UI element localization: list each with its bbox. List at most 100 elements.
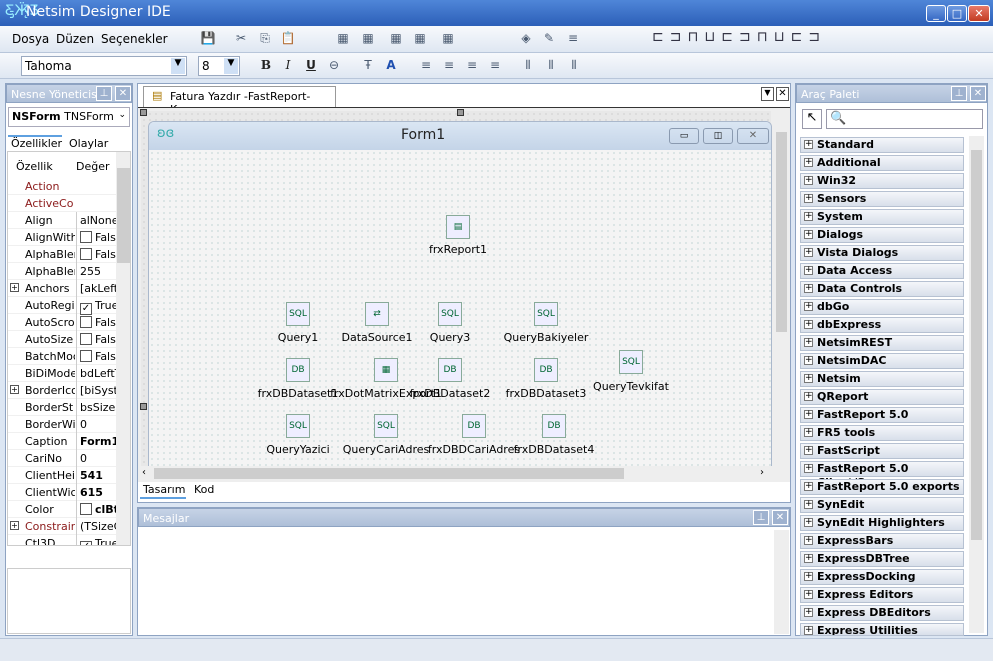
property-row[interactable]: Ctl3D ✓True: [8, 535, 116, 545]
grid-align-icon[interactable]: ▦: [388, 31, 404, 47]
checkbox[interactable]: [80, 333, 92, 345]
expand-icon[interactable]: +: [10, 521, 19, 530]
close-icon[interactable]: ✕: [772, 510, 788, 525]
palette-category[interactable]: + QReport: [800, 389, 964, 405]
font-icon[interactable]: Ŧ: [360, 58, 376, 74]
query-component-icon[interactable]: SQL: [286, 302, 310, 326]
palette-category[interactable]: + Express Utilities: [800, 623, 964, 636]
property-row[interactable]: BatchMoc False: [8, 348, 116, 365]
palette-category[interactable]: + NetsimREST: [800, 335, 964, 351]
property-row[interactable]: Align alNone: [8, 212, 116, 229]
property-row[interactable]: AlphaBler 255: [8, 263, 116, 280]
fill-color-icon[interactable]: ◈: [518, 31, 534, 47]
paste-icon[interactable]: 📋: [280, 31, 296, 47]
property-row[interactable]: ClientWic 615: [8, 484, 116, 501]
bold-button[interactable]: B: [258, 58, 274, 74]
palette-category[interactable]: + ExpressDocking: [800, 569, 964, 585]
checkbox[interactable]: [80, 350, 92, 362]
vertical-scrollbar[interactable]: [774, 118, 789, 470]
palette-category[interactable]: + SynEdit: [800, 497, 964, 513]
grid-align-icon[interactable]: ▦: [360, 31, 376, 47]
property-row[interactable]: AutoSize False: [8, 331, 116, 348]
palette-category[interactable]: + ExpressBars: [800, 533, 964, 549]
query-component-icon[interactable]: SQL: [438, 302, 462, 326]
palette-category[interactable]: + FastReport 5.0 exports: [800, 479, 964, 495]
property-row[interactable]: + Constrair (TSizeCo: [8, 518, 116, 535]
pin-icon[interactable]: ⊥: [96, 86, 112, 101]
property-row[interactable]: AutoScro False: [8, 314, 116, 331]
palette-category[interactable]: + SynEdit Highlighters: [800, 515, 964, 531]
query-component-icon[interactable]: SQL: [534, 302, 558, 326]
property-row[interactable]: AlignWith False: [8, 229, 116, 246]
tab-kod[interactable]: Kod: [190, 483, 230, 499]
property-row[interactable]: BorderWi 0: [8, 416, 116, 433]
palette-scrollbar[interactable]: [969, 136, 984, 633]
tab-document[interactable]: ▤Fatura Yazdır -FastReport- Kopya: [143, 86, 336, 116]
grid-align-icon[interactable]: ▦: [335, 31, 351, 47]
tab-tasarim[interactable]: Tasarım: [140, 483, 186, 499]
font-name-select[interactable]: Tahoma ▼: [21, 56, 187, 76]
messages-scrollbar[interactable]: [774, 530, 789, 634]
align-right-icon[interactable]: ≡: [464, 58, 480, 74]
dataset-component-icon[interactable]: DB: [462, 414, 486, 438]
palette-category[interactable]: + dbExpress: [800, 317, 964, 333]
close-icon[interactable]: ✕: [115, 86, 131, 101]
palette-category[interactable]: + NetsimDAC: [800, 353, 964, 369]
property-row[interactable]: ActiveCo: [8, 195, 116, 212]
property-row[interactable]: Color clBt: [8, 501, 116, 518]
palette-category[interactable]: + Data Controls: [800, 281, 964, 297]
justify-icon[interactable]: ≡: [487, 58, 503, 74]
palette-search-input[interactable]: 🔍: [826, 109, 983, 129]
pin-icon[interactable]: ⊥: [951, 86, 967, 101]
palette-category[interactable]: + Vista Dialogs: [800, 245, 964, 261]
line-color-icon[interactable]: ✎: [541, 31, 557, 47]
property-row[interactable]: AutoRegi✓True: [8, 297, 116, 315]
palette-category[interactable]: + FR5 tools: [800, 425, 964, 441]
save-icon[interactable]: 💾: [200, 31, 216, 47]
property-row[interactable]: BorderSt bsSizeab: [8, 399, 116, 416]
palette-category[interactable]: + Data Access: [800, 263, 964, 279]
close-icon[interactable]: ✕: [970, 86, 986, 101]
close-button[interactable]: ✕: [968, 5, 990, 22]
palette-category[interactable]: + System: [800, 209, 964, 225]
menu-dosya[interactable]: Dosya: [12, 32, 49, 46]
tab-list-dropdown[interactable]: ▼: [761, 87, 774, 101]
align-left-icon[interactable]: ≡: [418, 58, 434, 74]
expand-icon[interactable]: +: [10, 385, 19, 394]
checkbox[interactable]: [80, 316, 92, 328]
cut-icon[interactable]: ✂: [233, 31, 249, 47]
dataset-component-icon[interactable]: DB: [286, 358, 310, 382]
property-row[interactable]: ClientHei 541: [8, 467, 116, 484]
checkbox[interactable]: [80, 248, 92, 260]
horizontal-scrollbar[interactable]: ‹ ›: [138, 466, 774, 482]
query-component-icon[interactable]: SQL: [374, 414, 398, 438]
vertical-align-icon[interactable]: ⦀: [543, 58, 559, 74]
palette-category[interactable]: + ExpressDBTree: [800, 551, 964, 567]
property-row[interactable]: BiDiMode bdLeftTo: [8, 365, 116, 382]
menu-duzen[interactable]: Düzen: [56, 32, 94, 46]
minimize-button[interactable]: _: [926, 5, 946, 22]
palette-category[interactable]: + dbGo: [800, 299, 964, 315]
palette-category[interactable]: +FastReport 5.0 Client/Se...: [800, 461, 964, 489]
property-row[interactable]: CariNo 0: [8, 450, 116, 467]
dataset-component-icon[interactable]: DB: [542, 414, 566, 438]
property-row[interactable]: + BorderIco [biSyste: [8, 382, 116, 399]
query-component-icon[interactable]: SQL: [619, 350, 643, 374]
align-center-icon[interactable]: ≡: [441, 58, 457, 74]
report-component-icon[interactable]: ▤: [446, 215, 470, 239]
grid-align-icon[interactable]: ▦: [440, 31, 456, 47]
property-row[interactable]: AlphaBler False: [8, 246, 116, 263]
property-row[interactable]: Action: [8, 178, 116, 195]
design-canvas[interactable]: ʚɞ Form1 ▭ ◫ ✕ ▤ frxReport1 SQL Query1 ⇄ Data…: [138, 107, 790, 482]
checkbox[interactable]: ✓: [80, 541, 92, 545]
query-component-icon[interactable]: SQL: [286, 414, 310, 438]
maximize-button[interactable]: □: [947, 5, 967, 22]
close-tab-button[interactable]: ✕: [776, 87, 789, 101]
pointer-tool-icon[interactable]: ↖: [802, 109, 822, 129]
palette-category[interactable]: + Netsim: [800, 371, 964, 387]
checkbox[interactable]: [80, 231, 92, 243]
menu-secenekler[interactable]: Seçenekler: [101, 32, 168, 46]
property-row[interactable]: + Anchors [akLeft,a: [8, 280, 116, 297]
palette-category[interactable]: + Sensors: [800, 191, 964, 207]
checkbox[interactable]: [80, 503, 92, 515]
